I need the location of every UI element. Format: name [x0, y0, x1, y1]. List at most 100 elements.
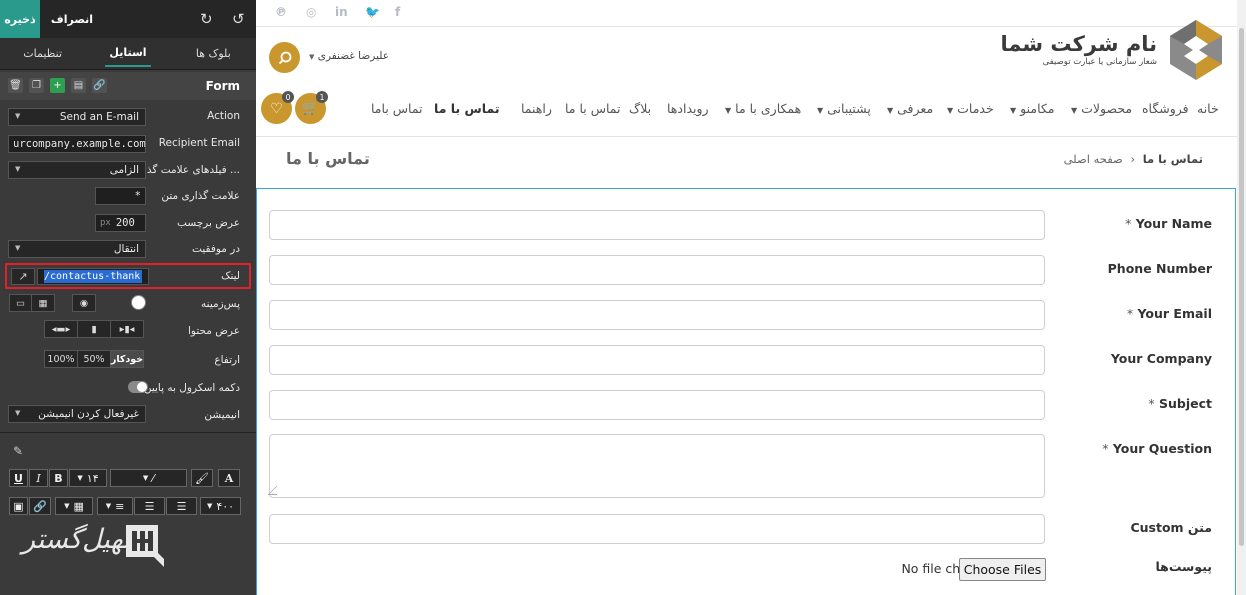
question-textarea[interactable]: [269, 434, 1045, 498]
choose-files-button[interactable]: Choose Files: [959, 558, 1046, 581]
field-label-text: Your Question: [1112, 441, 1212, 456]
recipient-email-field[interactable]: urcompany.example.com: [8, 135, 146, 153]
bold-icon[interactable]: B: [49, 469, 68, 487]
narrow-width-icon[interactable]: ▸▮◂: [110, 320, 144, 338]
eraser-icon[interactable]: ✎: [13, 444, 23, 458]
scroll-down-toggle[interactable]: [128, 381, 148, 393]
instagram-icon[interactable]: ◎: [306, 5, 316, 19]
twitter-icon[interactable]: 🐦: [365, 5, 380, 19]
cart-button[interactable]: 🛒 1: [295, 91, 328, 124]
video-icon[interactable]: ▦: [31, 294, 55, 312]
unordered-list-icon[interactable]: ☰: [166, 497, 197, 515]
line-height-select[interactable]: ▼ ۴۰۰: [200, 497, 241, 515]
tab-settings[interactable]: تنظیمات: [0, 38, 85, 69]
email-field[interactable]: [269, 300, 1045, 330]
menu-item-dropdown[interactable]: ▼ پشتیبانی: [814, 101, 871, 116]
image-icon[interactable]: ▭: [9, 294, 32, 312]
chevron-left-icon: ‹: [1130, 152, 1136, 166]
action-label: Action: [207, 110, 240, 122]
trash-icon[interactable]: 🗑: [8, 78, 23, 93]
animation-select[interactable]: ▼ غیرفعال کردن انیمیشن: [8, 405, 146, 423]
camera-icon[interactable]: ◉: [72, 294, 96, 312]
font-size-select[interactable]: ▼ ۱۴: [69, 469, 107, 487]
tab-label: تنظیمات: [23, 47, 63, 60]
search-button[interactable]: [269, 42, 300, 73]
height-100-option[interactable]: 100%: [44, 350, 78, 368]
breadcrumb-home[interactable]: صفحه اصلی: [1064, 152, 1123, 166]
subject-field[interactable]: [269, 390, 1045, 420]
height-50-option[interactable]: 50%: [77, 350, 111, 368]
menu-item-active[interactable]: تماس با ما: [434, 101, 500, 116]
facebook-icon[interactable]: f: [395, 5, 400, 19]
undo-icon[interactable]: ↺: [232, 10, 245, 28]
mark-text-field[interactable]: *: [95, 187, 146, 205]
linkedin-icon[interactable]: in: [335, 5, 348, 19]
link-input[interactable]: /contactus-thank-you: [37, 268, 149, 285]
watermark-logo: [126, 525, 164, 567]
menu-item[interactable]: راهنما: [521, 101, 552, 116]
menu-item[interactable]: فروشگاه: [1142, 101, 1189, 116]
font-color-icon[interactable]: A: [218, 469, 240, 487]
menu-item[interactable]: تماس با ما: [565, 101, 621, 116]
save-button[interactable]: ذخیره: [0, 0, 40, 38]
menu-item-dropdown[interactable]: ▼ همکاری با ما: [722, 101, 801, 116]
redo-icon[interactable]: ↻: [200, 10, 213, 28]
menu-item-dropdown[interactable]: ▼ مکامنو: [1007, 101, 1054, 116]
line-height-value: ۴۰۰: [216, 499, 235, 513]
user-menu[interactable]: ▼ علیرضا غضنفری: [306, 50, 389, 62]
company-field[interactable]: [269, 345, 1045, 375]
link-icon[interactable]: 🔗: [29, 497, 51, 515]
ordered-list-icon[interactable]: ☰: [134, 497, 165, 515]
chevron-down-icon: ▼: [817, 106, 824, 115]
picture-icon[interactable]: ▣: [9, 497, 28, 515]
website-preview: ℗ ◎ in 🐦 f نام شرکت شما شعار سازمانی یا …: [256, 0, 1246, 595]
scroll-down-label: دکمه اسکرول به پایین: [143, 382, 240, 394]
phone-field[interactable]: [269, 255, 1045, 285]
required-mark: *: [1125, 216, 1132, 231]
custom-text-field[interactable]: [269, 514, 1045, 544]
color-picker[interactable]: [131, 295, 146, 310]
add-icon[interactable]: +: [50, 78, 65, 93]
scrollbar[interactable]: [1237, 0, 1246, 595]
scrollbar-thumb[interactable]: [1239, 28, 1244, 546]
boxed-width-icon[interactable]: ▮: [77, 320, 111, 338]
name-field[interactable]: [269, 210, 1045, 240]
menu-item[interactable]: رویدادها: [667, 101, 709, 116]
tab-style[interactable]: استایل: [85, 38, 170, 69]
italic-icon[interactable]: I: [29, 469, 48, 487]
field-label: Custom متن: [1130, 520, 1212, 535]
action-select[interactable]: ▼ Send an E-mail: [8, 108, 146, 126]
menu-item[interactable]: تماس باما: [371, 101, 423, 116]
brush-icon[interactable]: 🖌: [191, 469, 213, 487]
field-label: * Your Name: [1121, 216, 1212, 231]
animation-value: غیرفعال کردن انیمیشن: [38, 408, 139, 420]
content-width-label: عرض محتوا: [187, 325, 240, 337]
on-success-select[interactable]: ▼ انتقال: [8, 240, 146, 258]
menu-item-dropdown[interactable]: ▼ محصولات: [1068, 101, 1132, 116]
text-style-select[interactable]: ▼ ⁄: [110, 469, 187, 487]
marked-fields-select[interactable]: ▼ الزامی: [8, 161, 146, 179]
label-width-field[interactable]: px 200: [95, 214, 146, 232]
divider: [256, 136, 1238, 137]
cancel-button[interactable]: انصراف: [40, 0, 104, 38]
align-select[interactable]: ▼ ≡: [97, 497, 133, 515]
menu-item-dropdown[interactable]: ▼ معرفی: [884, 101, 933, 116]
menu-item[interactable]: خانه: [1197, 101, 1219, 116]
height-auto-option[interactable]: خودکار: [110, 350, 144, 368]
action-value: Send an E-mail: [59, 111, 139, 123]
link-icon[interactable]: 🔗: [92, 78, 107, 93]
table-select[interactable]: ▼ ▦: [55, 497, 93, 515]
wishlist-button[interactable]: ♡ 0: [261, 91, 294, 124]
underline-icon[interactable]: U: [9, 469, 28, 487]
menu-item-label: همکاری با ما: [735, 101, 802, 116]
pinterest-icon[interactable]: ℗: [275, 5, 287, 19]
full-width-icon[interactable]: ◂▬▸: [44, 320, 78, 338]
tab-blocks[interactable]: بلوک ها: [171, 38, 256, 69]
menu-item-dropdown[interactable]: ▼ خدمات: [944, 101, 994, 116]
chevron-down-icon: ▼: [15, 165, 21, 173]
external-link-icon[interactable]: ↗: [11, 268, 35, 285]
field-label-text: Your Name: [1135, 216, 1212, 231]
menu-item[interactable]: بلاگ: [629, 101, 651, 116]
save-snippet-icon[interactable]: ▤: [71, 78, 86, 93]
clone-icon[interactable]: ❐: [29, 78, 44, 93]
